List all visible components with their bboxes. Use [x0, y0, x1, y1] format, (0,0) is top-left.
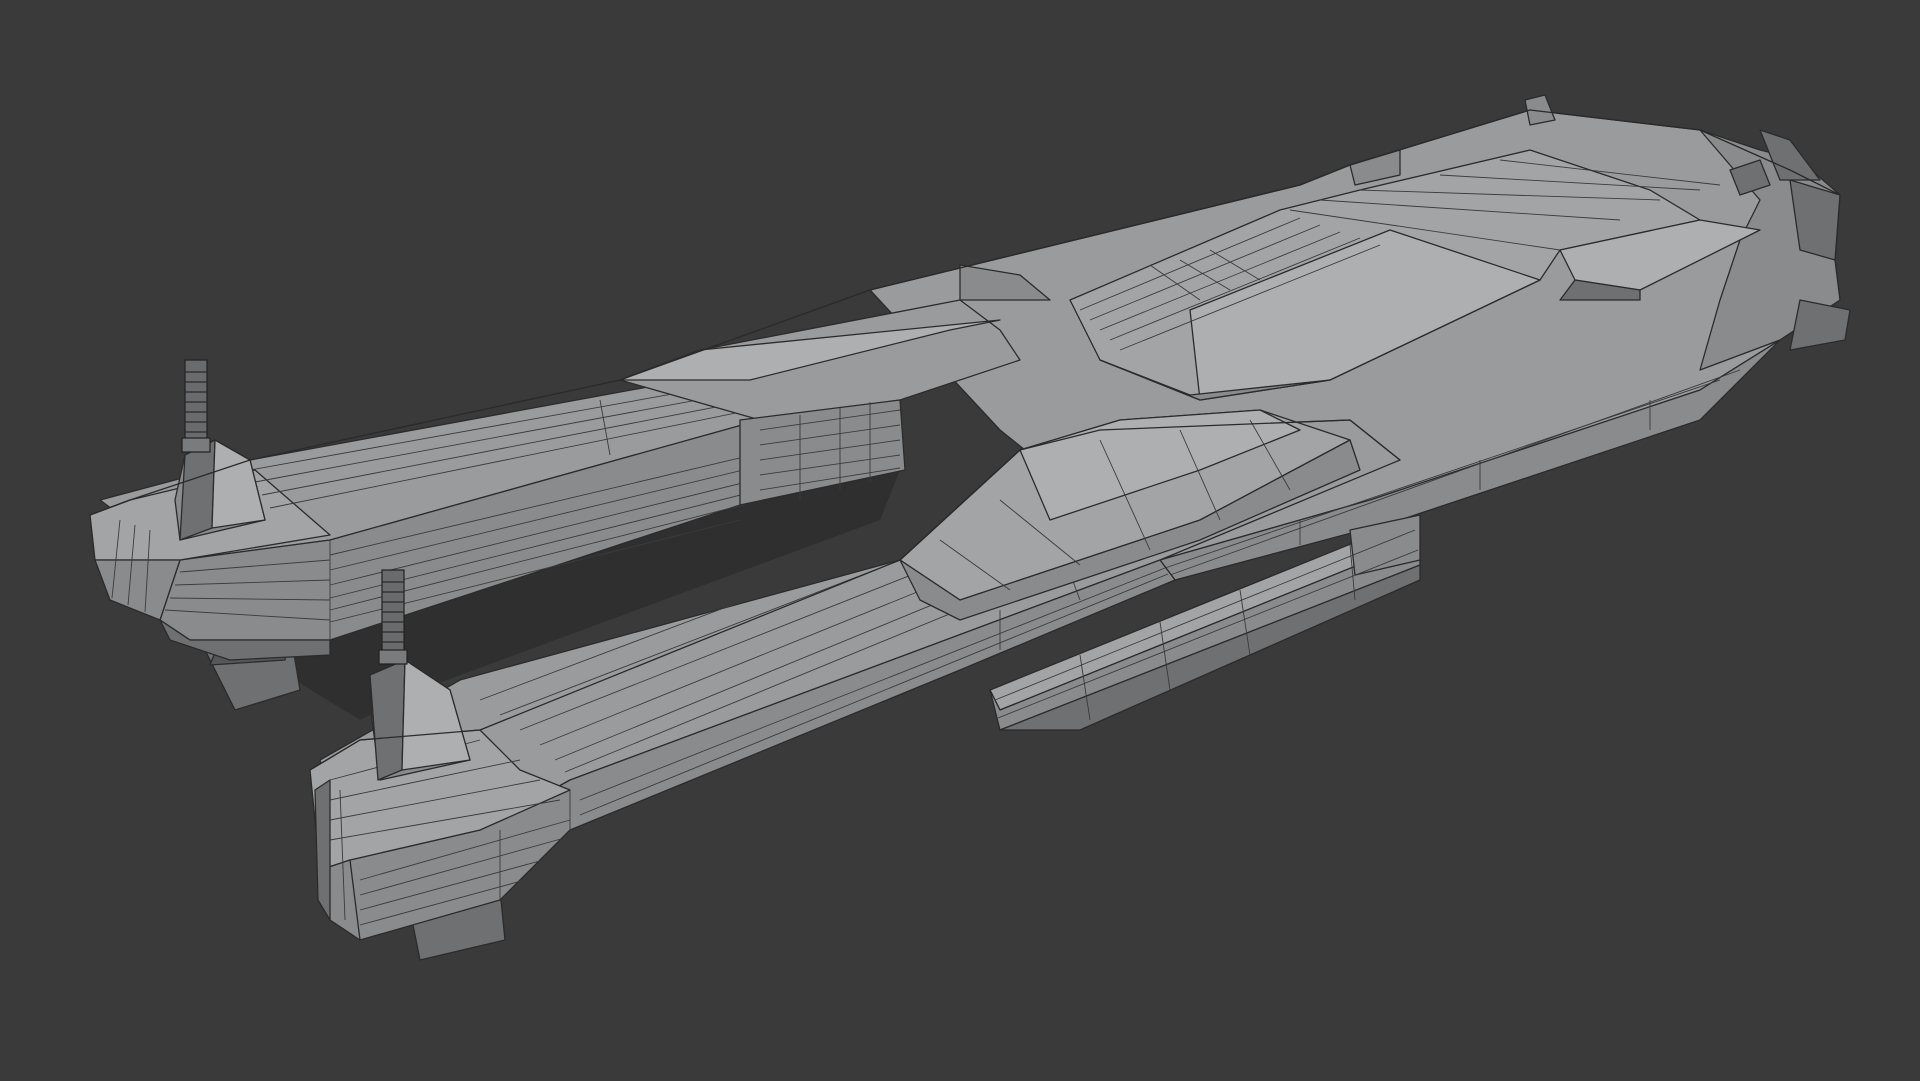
3d-viewport[interactable] [0, 0, 1920, 1081]
antenna-left [174, 359, 266, 541]
viewport-canvas[interactable] [0, 0, 1920, 1081]
